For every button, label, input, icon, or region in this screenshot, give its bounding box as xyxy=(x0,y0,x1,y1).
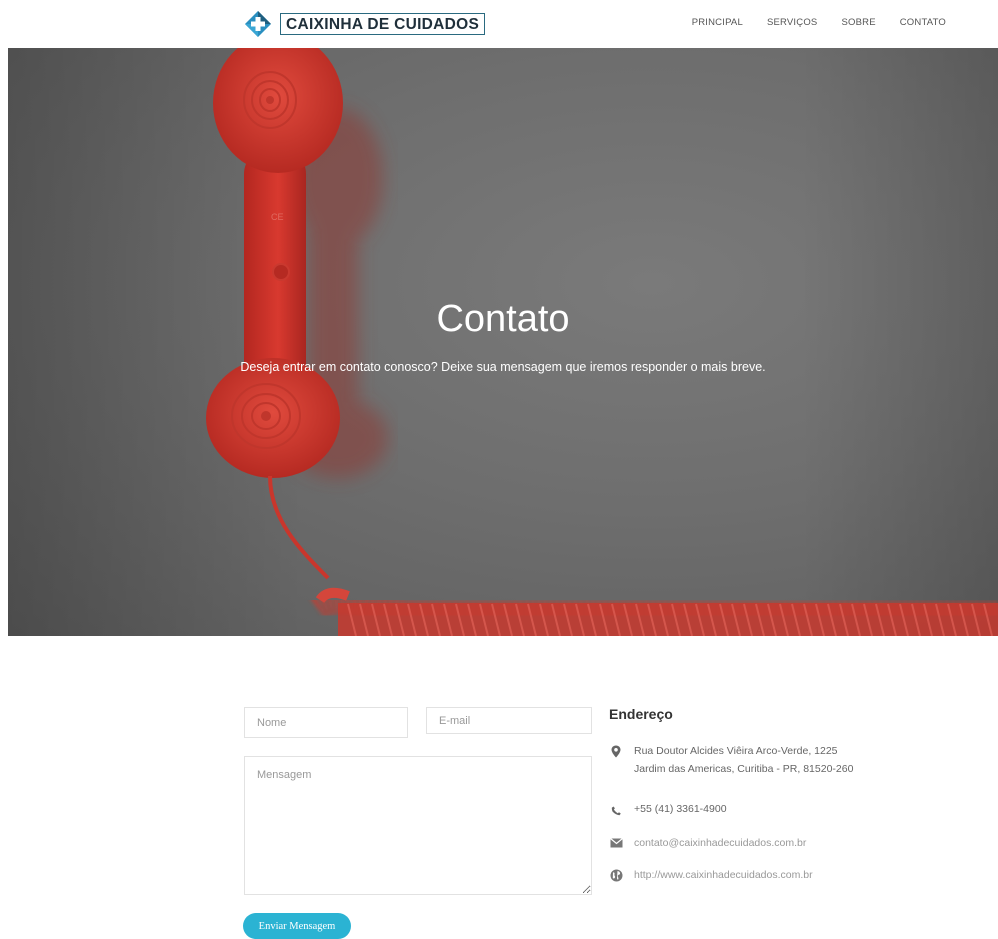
nav-item-sobre[interactable]: SOBRE xyxy=(841,17,875,28)
envelope-icon xyxy=(609,836,623,850)
address-heading: Endereço xyxy=(609,706,673,722)
address-street: Rua Doutor Alcides Viêira Arco-Verde, 12… xyxy=(634,745,838,757)
hero-banner: CE Contato Deseja entrar em contato cono… xyxy=(8,48,998,636)
site-header: CAIXINHA DE CUIDADOS PRINCIPAL SERVIÇOS … xyxy=(0,0,998,48)
name-field[interactable] xyxy=(244,707,408,738)
brand-logo-link[interactable]: CAIXINHA DE CUIDADOS xyxy=(244,10,486,38)
nav-item-servicos[interactable]: SERVIÇOS xyxy=(767,17,818,28)
hero-subtitle: Deseja entrar em contato conosco? Deixe … xyxy=(240,360,766,374)
phone-number: +55 (41) 3361-4900 xyxy=(634,803,727,815)
message-field[interactable] xyxy=(244,756,592,895)
address-city: Jardim das Americas, Curitiba - PR, 8152… xyxy=(634,763,854,775)
email-row: contato@caixinhadecuidados.com.br xyxy=(609,834,806,852)
nav-item-principal[interactable]: PRINCIPAL xyxy=(692,17,743,28)
globe-icon xyxy=(609,868,623,882)
contact-email-link[interactable]: contato@caixinhadecuidados.com.br xyxy=(634,834,806,852)
map-pin-icon xyxy=(609,744,623,758)
diamond-cross-logo-icon xyxy=(244,10,272,38)
send-message-button[interactable]: Enviar Mensagem xyxy=(243,913,351,939)
website-row: http://www.caixinhadecuidados.com.br xyxy=(609,866,813,884)
website-link[interactable]: http://www.caixinhadecuidados.com.br xyxy=(634,866,813,884)
svg-text:CE: CE xyxy=(271,212,284,222)
nav-item-contato[interactable]: CONTATO xyxy=(900,17,946,28)
red-telephone-handset-image: CE xyxy=(8,48,998,636)
brand-name: CAIXINHA DE CUIDADOS xyxy=(280,13,486,35)
page-title: Contato xyxy=(436,298,570,340)
phone-icon xyxy=(609,802,623,816)
main-nav: PRINCIPAL SERVIÇOS SOBRE CONTATO xyxy=(692,17,946,28)
phone-row: +55 (41) 3361-4900 xyxy=(609,800,727,818)
email-field[interactable] xyxy=(426,707,592,734)
address-row: Rua Doutor Alcides Viêira Arco-Verde, 12… xyxy=(609,742,853,778)
